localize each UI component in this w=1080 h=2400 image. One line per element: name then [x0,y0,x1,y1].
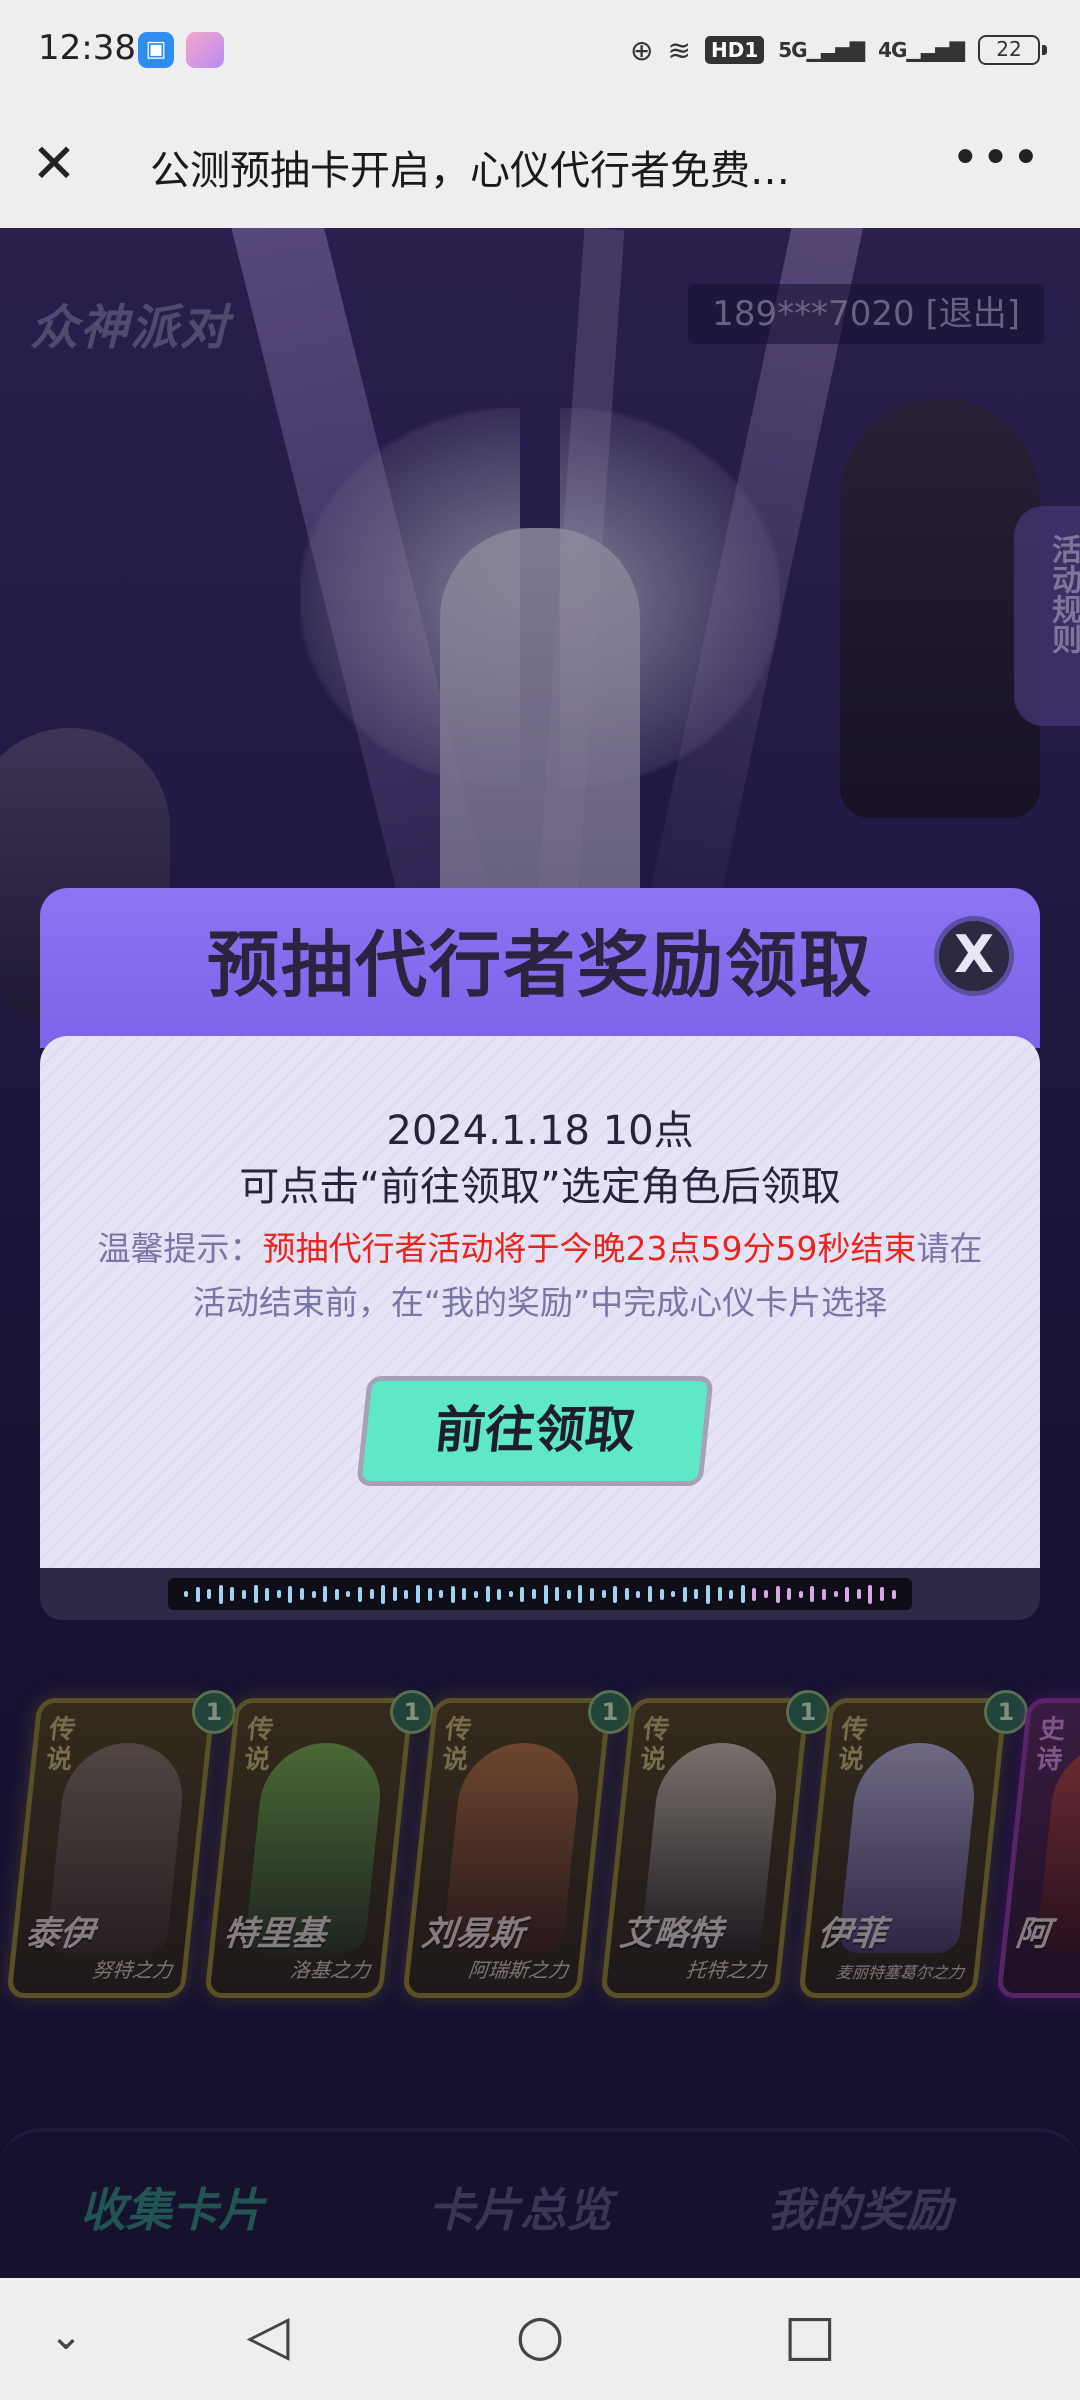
waveform-bar [717,1587,722,1601]
hide-nav-icon[interactable]: ⌄ [26,2306,106,2366]
waveform-bar [323,1586,328,1602]
waveform-bar [276,1590,281,1598]
waveform-bar [288,1585,293,1603]
waveform-bar [891,1589,896,1599]
waveform-bar [555,1587,560,1601]
waveform-bar [740,1585,745,1603]
waveform-bar [195,1586,200,1602]
waveform-bar [601,1590,606,1598]
dialog-footer [40,1568,1040,1620]
waveform-bar [497,1588,502,1600]
tip-prefix: 温馨提示： [97,1229,263,1268]
data-saver-icon: ⊕ [630,33,654,67]
waveform-bar [694,1589,699,1599]
back-icon[interactable]: ◁ [228,2306,308,2366]
waveform-bar [439,1590,444,1598]
claim-date: 2024.1.18 10点 [386,1108,694,1154]
waveform-bar [346,1591,351,1597]
waveform-bar [218,1584,223,1604]
waveform-bar [845,1586,850,1602]
home-icon[interactable]: ○ [500,2306,580,2366]
hd-icon: HD1 [704,36,765,64]
signal-4g-label: 4G [878,38,907,62]
signal-5g-icon: 5G▁▃▅▇ [778,38,865,62]
waveform-bar [833,1591,838,1597]
waveform-bar [764,1590,768,1598]
status-bar: 12:38 ▣ ⊕ ≋ HD1 5G▁▃▅▇ 4G▁▃▅▇ 22 [0,0,1080,100]
waveform-bar [822,1588,826,1600]
waveform-bar [381,1584,386,1604]
waveform-bar [752,1587,757,1601]
waveform-bar [520,1586,525,1602]
waveform-bar [474,1590,478,1598]
more-options-icon[interactable]: ••• [951,130,1042,186]
waveform-bar [532,1589,536,1599]
waveform-bar [543,1584,548,1604]
waveform-bar [242,1589,246,1599]
waveform-bar [450,1585,455,1603]
waveform-bar [253,1585,258,1603]
signal-5g-label: 5G [778,38,807,62]
system-nav-bar: ⌄ ◁ ○ □ [0,2278,1080,2400]
waveform-bar [485,1586,490,1602]
waveform-bar [787,1588,792,1600]
waveform-bar [624,1588,629,1600]
app-notification-icon-2 [186,32,224,68]
waveform-bar [578,1585,583,1603]
dialog-header: 预抽代行者奖励领取 X [40,888,1040,1048]
waveform-bar [659,1588,664,1600]
waveform-bar [775,1585,780,1603]
close-icon[interactable]: ✕ [30,134,78,194]
waveform-bar [682,1586,687,1602]
waveform-bar [590,1587,594,1601]
waveform-bar [416,1585,420,1603]
waveform-bar [868,1584,873,1604]
waveform-bar [392,1587,397,1601]
waveform-bar [427,1587,432,1601]
waveform-bar [880,1587,884,1601]
waveform-bar [230,1587,235,1601]
waveform-bar [613,1585,618,1603]
decorative-waveform [168,1578,912,1610]
wifi-icon: ≋ [667,33,691,67]
waveform-bar [566,1589,571,1599]
status-icons: ⊕ ≋ HD1 5G▁▃▅▇ 4G▁▃▅▇ 22 [630,30,1047,70]
waveform-bar [334,1588,339,1600]
app-notification-icon: ▣ [138,32,174,68]
dialog-title: 预抽代行者奖励领取 [206,923,873,1007]
page-title: 公测预抽卡开启，心仪代行者免费… [150,148,790,194]
waveform-bar [636,1590,641,1598]
waveform-bar [671,1591,676,1597]
reward-claim-dialog: 预抽代行者奖励领取 X 2024.1.18 10点 可点击“前往领取”选定角色后… [40,888,1040,1620]
recents-icon[interactable]: □ [770,2306,850,2366]
waveform-bar [265,1587,270,1601]
status-time: 12:38 [38,28,136,68]
waveform-bar [508,1591,513,1597]
game-page: 众神派对 189***7020 [退出] 活动规则 传说 泰伊 努特之力 1 传… [0,228,1080,2278]
tip-deadline: 预抽代行者活动将于今晚23点59分59秒结束 [262,1229,917,1268]
go-claim-button[interactable]: 前往领取 [356,1376,714,1486]
waveform-bar [207,1589,212,1599]
dialog-close-button[interactable]: X [934,916,1014,996]
signal-4g-icon: 4G▁▃▅▇ [878,38,965,62]
waveform-bar [648,1586,652,1602]
waveform-bar [184,1591,188,1597]
claim-instruction: 可点击“前往领取”选定角色后领取 [239,1164,841,1210]
browser-title-bar: ✕ 公测预抽卡开启，心仪代行者免费… ••• [0,100,1080,228]
waveform-bar [369,1589,374,1599]
waveform-bar [729,1589,734,1599]
waveform-bar [810,1586,815,1602]
dialog-body: 2024.1.18 10点 可点击“前往领取”选定角色后领取 温馨提示：预抽代行… [40,1036,1040,1568]
waveform-bar [311,1590,316,1598]
warm-tip: 温馨提示：预抽代行者活动将于今晚23点59分59秒结束请在活动结束前，在“我的奖… [90,1222,990,1330]
waveform-bar [706,1584,710,1604]
waveform-bar [856,1589,861,1599]
battery-icon: 22 [978,35,1047,65]
waveform-bar [798,1590,803,1598]
waveform-bar [300,1588,304,1600]
waveform-bar [358,1586,362,1602]
waveform-bar [462,1588,467,1600]
waveform-bar [404,1589,409,1599]
